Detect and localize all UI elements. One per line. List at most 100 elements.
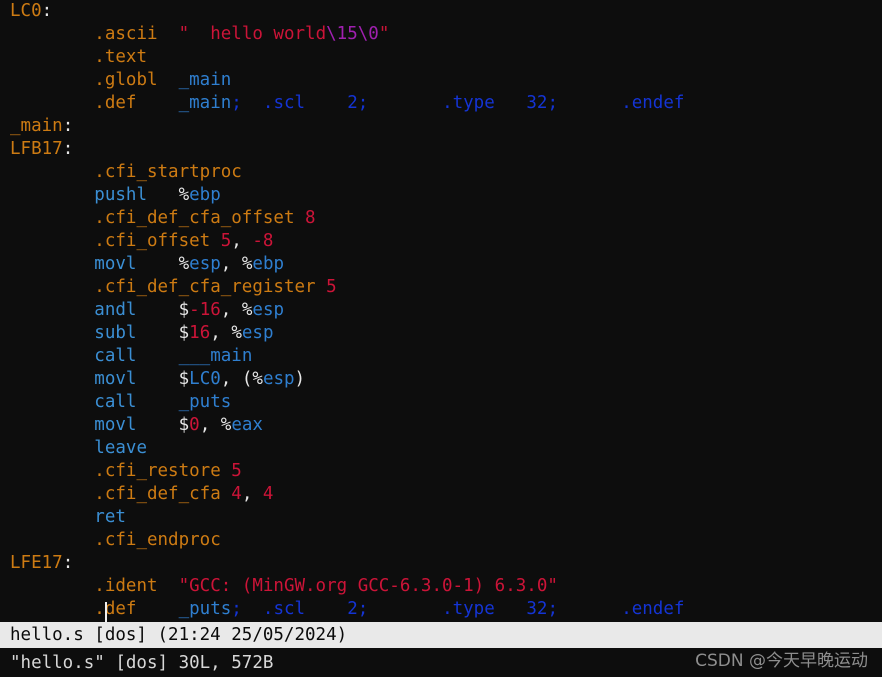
code-line[interactable]: LFB17: bbox=[0, 138, 882, 161]
code-line[interactable]: .cfi_startproc bbox=[0, 161, 882, 184]
code-token-instr: movl bbox=[94, 415, 137, 435]
code-token-instr: movl bbox=[94, 254, 137, 274]
code-line[interactable]: call _puts bbox=[0, 391, 882, 414]
code-token-instr: movl bbox=[94, 369, 137, 389]
code-line[interactable]: .cfi_def_cfa 4, 4 bbox=[0, 483, 882, 506]
code-line[interactable]: _main: bbox=[0, 115, 882, 138]
code-token-punct: , bbox=[241, 484, 253, 504]
code-token-ws bbox=[252, 484, 263, 504]
code-token-reg: ebp bbox=[189, 185, 221, 205]
code-token-punct: ( bbox=[231, 369, 253, 389]
code-token-punct: , bbox=[210, 323, 221, 343]
code-token-blue: .scl bbox=[262, 599, 306, 619]
code-token-ws bbox=[136, 392, 178, 412]
code-line[interactable]: .def _puts; .scl 2; .type 32; .endef bbox=[0, 598, 882, 621]
code-line[interactable]: .cfi_offset 5, -8 bbox=[0, 230, 882, 253]
code-token-blue: .endef bbox=[621, 599, 685, 619]
code-token-str: " bbox=[178, 24, 190, 44]
code-token-ws bbox=[158, 24, 179, 44]
code-line[interactable]: pushl %ebp bbox=[0, 184, 882, 207]
code-token-ws bbox=[136, 346, 178, 366]
code-line[interactable]: .cfi_def_cfa_offset 8 bbox=[0, 207, 882, 230]
code-token-directive: .def bbox=[94, 599, 137, 619]
code-token-ws bbox=[242, 231, 253, 251]
code-token-ws bbox=[136, 415, 178, 435]
code-token-label: LC0 bbox=[10, 1, 42, 21]
code-token-instr: ret bbox=[94, 507, 126, 527]
code-token-esc: \15 bbox=[326, 24, 358, 44]
code-token-punct: : bbox=[62, 116, 74, 136]
code-token-punct: : bbox=[41, 1, 53, 21]
code-token-ws bbox=[368, 93, 442, 113]
code-line[interactable]: movl $LC0, (%esp) bbox=[0, 368, 882, 391]
code-line[interactable]: .ascii " hello world\15\0" bbox=[0, 23, 882, 46]
code-token-punct: , bbox=[199, 415, 211, 435]
code-line[interactable]: .def _main; .scl 2; .type 32; .endef bbox=[0, 92, 882, 115]
code-token-punct: , bbox=[220, 300, 232, 320]
code-token-sigil: % bbox=[220, 415, 232, 435]
code-token-blue: ; bbox=[231, 93, 242, 113]
code-line[interactable]: LC0: bbox=[0, 0, 882, 23]
code-token-ws bbox=[136, 369, 178, 389]
code-token-str: hello world bbox=[210, 24, 327, 44]
vim-text-buffer[interactable]: LC0: .ascii " hello world\15\0" .text .g… bbox=[0, 0, 882, 621]
code-token-punct: : bbox=[62, 553, 74, 573]
code-token-directive: .def bbox=[94, 93, 137, 113]
code-token-num: 16 bbox=[189, 323, 211, 343]
code-token-num: 0 bbox=[189, 415, 200, 435]
code-line[interactable]: .cfi_restore 5 bbox=[0, 460, 882, 483]
code-token-reg: esp bbox=[241, 323, 274, 343]
code-line[interactable]: .text bbox=[0, 46, 882, 69]
code-token-directive: .cfi_def_cfa_offset bbox=[94, 208, 295, 228]
code-token-ident: _puts bbox=[178, 599, 232, 619]
code-token-sigil: % bbox=[241, 254, 253, 274]
code-token-instr: subl bbox=[94, 323, 137, 343]
code-line[interactable]: .globl _main bbox=[0, 69, 882, 92]
code-line[interactable]: call ___main bbox=[0, 345, 882, 368]
code-token-str: " bbox=[378, 24, 390, 44]
code-token-ws bbox=[136, 599, 178, 619]
code-line[interactable]: LFE17: bbox=[0, 552, 882, 575]
code-line[interactable]: .cfi_endproc bbox=[0, 529, 882, 552]
code-token-reg: eax bbox=[231, 415, 263, 435]
code-token-ws bbox=[368, 599, 442, 619]
code-line[interactable]: movl %esp, %ebp bbox=[0, 253, 882, 276]
code-token-directive: .ident bbox=[94, 576, 158, 596]
code-token-num: 5 bbox=[231, 461, 242, 481]
code-token-reg: esp bbox=[262, 369, 295, 389]
code-token-ident: _main bbox=[178, 93, 232, 113]
code-line[interactable]: ret bbox=[0, 506, 882, 529]
code-token-directive: .cfi_def_cfa bbox=[94, 484, 221, 504]
code-line[interactable]: .ident "GCC: (MinGW.org GCC-6.3.0-1) 6.3… bbox=[0, 575, 882, 598]
csdn-watermark: CSDN @今天早晚运动 bbox=[695, 651, 868, 671]
code-token-ws bbox=[558, 599, 621, 619]
code-line[interactable]: movl $0, %eax bbox=[0, 414, 882, 437]
code-line[interactable]: andl $-16, %esp bbox=[0, 299, 882, 322]
code-token-ws bbox=[316, 277, 327, 297]
code-token-blue: ; bbox=[231, 599, 242, 619]
code-token-ws bbox=[294, 208, 305, 228]
code-token-blue: .scl bbox=[262, 93, 306, 113]
code-line[interactable]: leave bbox=[0, 437, 882, 460]
code-token-sigil: $ bbox=[178, 415, 190, 435]
code-token-ident: _puts bbox=[178, 392, 232, 412]
code-token-reg: esp bbox=[252, 300, 285, 320]
code-token-ws bbox=[136, 93, 178, 113]
code-token-directive: .cfi_startproc bbox=[94, 162, 242, 182]
code-token-sigil: % bbox=[178, 254, 190, 274]
code-line[interactable]: .cfi_def_cfa_register 5 bbox=[0, 276, 882, 299]
code-line[interactable]: subl $16, %esp bbox=[0, 322, 882, 345]
code-token-ws bbox=[231, 300, 242, 320]
code-token-esc: \0 bbox=[357, 24, 379, 44]
code-token-instr: call bbox=[94, 392, 137, 412]
